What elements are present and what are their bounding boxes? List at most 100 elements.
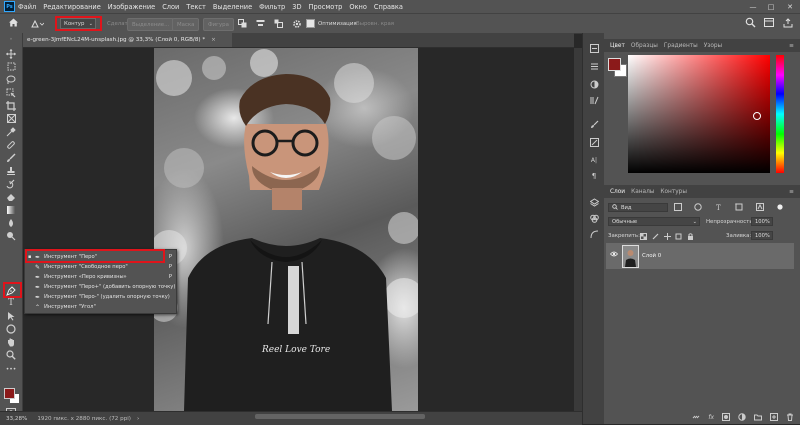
gear-icon[interactable] — [292, 18, 302, 29]
shape-filter-icon[interactable] — [735, 203, 743, 211]
opacity-field[interactable]: 100% — [751, 217, 773, 226]
vertical-scrollbar[interactable] — [574, 48, 582, 411]
flyout-item-freeform-pen[interactable]: ✎ Инструмент "Свободное перо" P — [25, 262, 176, 272]
tab-color[interactable]: Цвет — [610, 43, 625, 49]
flyout-item-curvature-pen[interactable]: ✒ Инструмент «Перо кривизны» P — [25, 272, 176, 282]
eraser-tool-icon[interactable] — [4, 191, 18, 202]
smart-object-filter-icon[interactable] — [755, 203, 764, 211]
history-brush-icon[interactable] — [4, 178, 18, 189]
gradient-tool-icon[interactable] — [4, 204, 18, 215]
mask-button[interactable]: Маска — [172, 18, 200, 31]
minimize-button[interactable]: — — [744, 0, 762, 13]
menu-edit[interactable]: Редактирование — [43, 3, 101, 11]
menu-image[interactable]: Изображение — [108, 3, 155, 11]
blend-mode-select[interactable]: Обычные ⌄ — [608, 217, 700, 226]
lock-transparency-icon[interactable] — [640, 233, 647, 240]
foreground-color-swatch[interactable] — [4, 388, 15, 399]
status-menu-arrow[interactable]: › — [137, 416, 139, 422]
history-panel-icon[interactable] — [589, 43, 599, 53]
hand-tool-icon[interactable] — [4, 336, 18, 347]
path-arrangement-icon[interactable] — [274, 18, 283, 29]
menu-view[interactable]: Просмотр — [309, 3, 343, 11]
filter-toggle-icon[interactable] — [776, 203, 784, 211]
menu-type[interactable]: Текст — [186, 3, 206, 11]
object-selection-icon[interactable] — [4, 87, 18, 98]
lock-artboard-icon[interactable] — [675, 233, 682, 240]
workspace-icon[interactable] — [764, 17, 774, 28]
new-adjustment-icon[interactable] — [738, 413, 746, 421]
panel-menu-icon[interactable]: ≡ — [789, 43, 794, 49]
layers-strip-icon[interactable] — [589, 197, 599, 207]
character-panel-icon[interactable]: A| — [589, 155, 599, 165]
lasso-tool-icon[interactable] — [4, 74, 18, 85]
horizontal-scrollbar-thumb[interactable] — [255, 414, 425, 419]
trash-icon[interactable] — [786, 413, 794, 421]
tab-patterns[interactable]: Узоры — [704, 43, 722, 49]
tab-paths[interactable]: Контуры — [660, 189, 687, 195]
shape-button[interactable]: Фигура — [203, 18, 234, 31]
link-layers-icon[interactable] — [692, 413, 700, 421]
brush-tool-icon[interactable] — [4, 152, 18, 163]
blur-tool-icon[interactable] — [4, 217, 18, 228]
eyedropper-icon[interactable] — [4, 126, 18, 137]
clone-source-icon[interactable] — [589, 137, 599, 147]
layer-filter-select[interactable]: Вид — [608, 203, 668, 212]
tab-gradients[interactable]: Градиенты — [664, 43, 698, 49]
adjustment-filter-icon[interactable] — [694, 203, 703, 211]
menu-help[interactable]: Справка — [374, 3, 403, 11]
tab-layers[interactable]: Слои — [610, 189, 625, 195]
flyout-item-delete-anchor[interactable]: ✒ Инструмент "Перо-" (удалить опорную то… — [25, 292, 176, 302]
add-mask-icon[interactable] — [722, 413, 730, 421]
lock-all-icon[interactable] — [687, 233, 694, 240]
menu-window[interactable]: Окно — [349, 3, 367, 11]
type-filter-icon[interactable]: T — [715, 203, 723, 211]
hue-slider[interactable] — [776, 55, 784, 173]
brush-settings-icon[interactable] — [589, 119, 599, 129]
crop-tool-icon[interactable] — [4, 100, 18, 111]
adjustments-panel-icon[interactable] — [589, 79, 599, 89]
eye-icon[interactable] — [609, 251, 619, 259]
flyout-item-add-anchor[interactable]: ✒ Инструмент "Перо+" (добавить опорную т… — [25, 282, 176, 292]
image-filter-icon[interactable] — [674, 203, 682, 211]
search-icon[interactable] — [745, 17, 756, 28]
ellipse-tool-icon[interactable] — [4, 323, 18, 334]
paragraph-panel-icon[interactable]: ¶ — [589, 171, 599, 181]
properties-panel-icon[interactable] — [589, 61, 599, 71]
fx-icon[interactable]: fx — [708, 414, 714, 421]
path-operations-icon[interactable] — [238, 18, 247, 29]
paths-strip-icon[interactable] — [589, 229, 599, 239]
tab-close-icon[interactable]: × — [211, 37, 216, 43]
canvas-photo[interactable]: Reel Love Tore — [154, 48, 418, 411]
new-layer-icon[interactable] — [770, 413, 778, 421]
maximize-button[interactable]: □ — [762, 0, 780, 13]
lock-pixels-icon[interactable] — [652, 233, 659, 240]
layers-panel-menu-icon[interactable]: ≡ — [789, 189, 794, 195]
optimization-checkbox[interactable]: Оптимизация — [306, 18, 357, 29]
menu-3d[interactable]: 3D — [292, 3, 301, 11]
channels-strip-icon[interactable] — [589, 213, 599, 223]
flyout-item-convert-point[interactable]: ⌃ Инструмент "Угол" — [25, 302, 176, 312]
close-window-button[interactable]: ✕ — [781, 0, 799, 13]
home-icon[interactable] — [8, 17, 19, 28]
document-tab[interactable]: e-green-3JmfENcL24M-unsplash.jpg @ 33,3%… — [23, 33, 232, 47]
lock-position-icon[interactable] — [663, 233, 671, 240]
menu-filter[interactable]: Фильтр — [259, 3, 285, 11]
color-fg-swatch[interactable] — [608, 58, 621, 71]
tool-preset-pen-icon[interactable] — [30, 18, 44, 29]
more-tools-icon[interactable]: ••• — [4, 364, 18, 375]
type-tool-icon[interactable]: T — [4, 297, 18, 308]
tab-swatches[interactable]: Образцы — [631, 43, 658, 49]
dodge-tool-icon[interactable] — [4, 230, 18, 241]
path-selection-icon[interactable] — [4, 310, 18, 321]
selection-button[interactable]: Выделение... — [127, 18, 175, 31]
path-alignment-icon[interactable] — [256, 18, 265, 29]
zoom-tool-icon[interactable] — [4, 349, 18, 360]
menu-file[interactable]: Файл — [18, 3, 36, 11]
menu-layers[interactable]: Слои — [162, 3, 179, 11]
layer-name[interactable]: Слой 0 — [642, 253, 661, 259]
panel-collapse-icon[interactable]: » — [4, 36, 18, 41]
new-group-icon[interactable] — [754, 413, 762, 421]
move-tool-icon[interactable] — [4, 48, 18, 59]
frame-tool-icon[interactable] — [4, 113, 18, 124]
stamp-tool-icon[interactable] — [4, 165, 18, 176]
